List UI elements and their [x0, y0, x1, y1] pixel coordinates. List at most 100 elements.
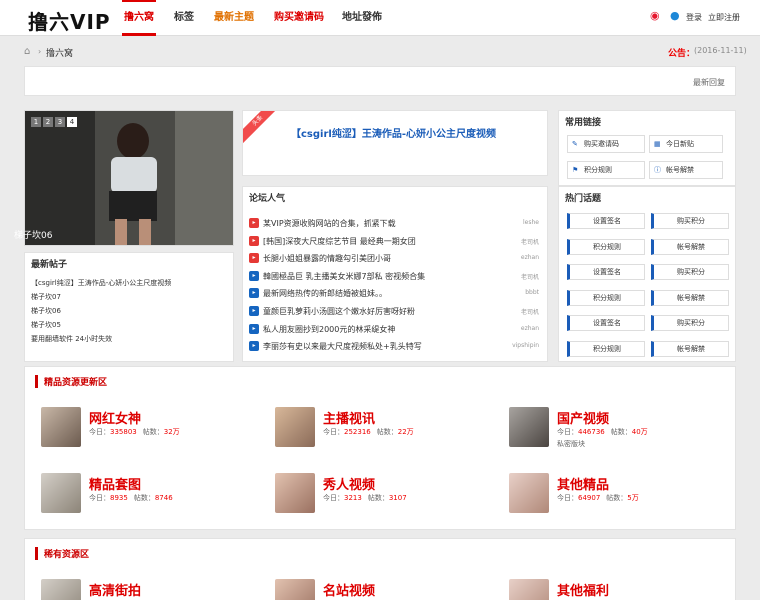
- slideshow[interactable]: 1 2 3 4: [24, 110, 234, 246]
- nav-tags[interactable]: 标签: [174, 0, 194, 36]
- forum-card[interactable]: 主播视讯 今日：252316 帖数：22万: [275, 407, 505, 457]
- forum-name[interactable]: 其他精品: [557, 474, 609, 493]
- hot-forum-title-text[interactable]: [韩国]深夜大尺度综艺节目 最经典一期女团: [263, 236, 416, 247]
- home-icon[interactable]: ⌂: [24, 46, 30, 57]
- slide-dot-2[interactable]: 2: [43, 117, 53, 127]
- featured-title[interactable]: 【csgirl纯涩】王涛作品-心妍小公主尺度视频: [291, 125, 496, 140]
- forum-name[interactable]: 精品套图: [89, 474, 141, 493]
- calendar-icon: ▦: [654, 140, 661, 148]
- hot-topic-button[interactable]: 帐号解禁: [651, 238, 729, 255]
- forum-card[interactable]: 网红女神 今日：335803 帖数：32万: [41, 407, 271, 457]
- hot-forum-title-text[interactable]: 韓國極品巨 乳主播美女米娜7部私 密视频合集: [263, 271, 425, 282]
- forum-card[interactable]: 精品套图 今日：8935 帖数：8746: [41, 473, 271, 523]
- hot-forum-row[interactable]: ▸ 最新网络热传的新郎结婚被姐妹。。 bbbt: [249, 285, 545, 301]
- hot-forum-author[interactable]: ezhan: [521, 325, 539, 332]
- latest-reply-label[interactable]: 最新回复: [693, 77, 725, 88]
- hot-forum-author[interactable]: 老司机: [521, 307, 539, 316]
- hot-topic-button[interactable]: 设置签名: [567, 264, 645, 280]
- forum-card[interactable]: 名站视频: [275, 579, 505, 600]
- slide-dot-4[interactable]: 4: [67, 117, 77, 127]
- hot-forum-row[interactable]: ▸ 某VIP资源收购网站的合集，抓紧下载 leshe: [249, 215, 545, 231]
- forum-thumbnail[interactable]: [41, 473, 81, 513]
- thread-icon: ▸: [249, 306, 259, 316]
- hot-topic-button[interactable]: 购买积分: [651, 264, 729, 280]
- latest-post-item[interactable]: 梯子坎05: [31, 320, 61, 330]
- qq-icon[interactable]: ●: [670, 10, 680, 22]
- forum-card[interactable]: 秀人视频 今日：3213 帖数：3107: [275, 473, 505, 523]
- forum-name[interactable]: 网红女神: [89, 408, 141, 427]
- forum-name[interactable]: 国产视频: [557, 408, 609, 427]
- hot-forum-author[interactable]: bbbt: [525, 289, 539, 296]
- forum-card[interactable]: 其他福利: [509, 579, 739, 600]
- login-link[interactable]: 登录: [686, 12, 702, 23]
- hot-topic-button[interactable]: 设置签名: [567, 315, 645, 331]
- forum-name[interactable]: 高清街拍: [89, 580, 141, 599]
- hot-topic-button[interactable]: 购买积分: [651, 315, 729, 331]
- forum-card[interactable]: 国产视频 今日：446736 帖数：40万 私密版块: [509, 407, 739, 457]
- hot-forum-title-text[interactable]: 童颜巨乳萝莉小汤圆这个嫩水好厉害呀好粉: [263, 306, 415, 317]
- latest-posts-title: 最新帖子: [31, 260, 68, 270]
- forum-thumbnail[interactable]: [509, 473, 549, 513]
- hot-forum-author[interactable]: ezhan: [521, 254, 539, 261]
- hot-forum-author[interactable]: 老司机: [521, 272, 539, 281]
- breadcrumb-current[interactable]: 撸六窝: [46, 46, 73, 59]
- latest-post-item[interactable]: 【csgirl纯涩】王涛作品-心妍小公主尺度视频: [31, 278, 171, 288]
- buy-invite-button[interactable]: ✎ 购买邀请码: [567, 135, 645, 153]
- forum-thumbnail[interactable]: [41, 579, 81, 600]
- nav-buy-invite[interactable]: 购买邀请码: [274, 0, 324, 36]
- latest-post-item[interactable]: 梯子坎07: [31, 292, 61, 302]
- hot-forum-row[interactable]: ▸ 韓國極品巨 乳主播美女米娜7部私 密视频合集 老司机: [249, 268, 545, 284]
- forum-thumbnail[interactable]: [275, 407, 315, 447]
- site-logo[interactable]: 撸六VIP: [28, 6, 111, 35]
- slide-dot-1[interactable]: 1: [31, 117, 41, 127]
- forum-thumbnail[interactable]: [509, 579, 549, 600]
- forum-thumbnail[interactable]: [41, 407, 81, 447]
- hot-topic-button[interactable]: 积分规则: [567, 289, 645, 306]
- slide-dot-3[interactable]: 3: [55, 117, 65, 127]
- hot-forum-title-text[interactable]: 最新网络热传的新郎结婚被姐妹。。: [263, 288, 387, 299]
- hot-forum-row[interactable]: ▸ [韩国]深夜大尺度综艺节目 最经典一期女团 老司机: [249, 233, 545, 249]
- nav-new-topics[interactable]: 最新主题: [214, 0, 254, 36]
- info-icon: ⓘ: [654, 166, 661, 174]
- forum-name[interactable]: 主播视讯: [323, 408, 375, 427]
- hot-forum-title-text[interactable]: 长腿小姐姐暴露的情趣勾引美团小哥: [263, 253, 391, 264]
- register-link[interactable]: 立即注册: [708, 12, 740, 23]
- today-new-button[interactable]: ▦ 今日新贴: [649, 135, 723, 153]
- nav-home[interactable]: 撸六窝: [122, 0, 156, 36]
- hot-forum-title-text[interactable]: 私人朋友圈抄到2000元的林采缇女神: [263, 324, 395, 335]
- weibo-icon[interactable]: ◉: [650, 10, 664, 22]
- latest-post-item[interactable]: 梯子坎06: [31, 306, 61, 316]
- hot-forum-row[interactable]: ▸ 李丽莎有史以来最大尺度视频私处+乳头特写 vipshipin: [249, 338, 545, 354]
- hot-forum-panel: 论坛人气 ▸ 某VIP资源收购网站的合集，抓紧下载 leshe ▸ [韩国]深夜大尺度综…: [242, 186, 548, 362]
- hot-forum-row[interactable]: ▸ 童颜巨乳萝莉小汤圆这个嫩水好厉害呀好粉 老司机: [249, 303, 545, 319]
- latest-post-item[interactable]: 要用翻墙软件 24小时失效: [31, 334, 112, 344]
- forum-name[interactable]: 秀人视频: [323, 474, 375, 493]
- hot-topic-button[interactable]: 购买积分: [651, 213, 729, 229]
- hot-forum-title-text[interactable]: 李丽莎有史以来最大尺度视频私处+乳头特写: [263, 341, 422, 352]
- forum-name[interactable]: 其他福利: [557, 580, 609, 599]
- forum-thumbnail[interactable]: [275, 473, 315, 513]
- forum-thumbnail[interactable]: [509, 407, 549, 447]
- hot-topic-button[interactable]: 积分规则: [567, 238, 645, 255]
- posts-label: 帖数：: [376, 428, 398, 436]
- hot-forum-author[interactable]: vipshipin: [512, 342, 539, 349]
- hot-topic-button[interactable]: 帐号解禁: [651, 289, 729, 306]
- thread-icon: ▸: [249, 323, 259, 334]
- hot-forum-row[interactable]: ▸ 私人朋友圈抄到2000元的林采缇女神 ezhan: [249, 321, 545, 337]
- forum-name[interactable]: 名站视频: [323, 580, 375, 599]
- hot-forum-row[interactable]: ▸ 长腿小姐姐暴露的情趣勾引美团小哥 ezhan: [249, 250, 545, 266]
- forum-stats: 今日：335803 帖数：32万: [89, 427, 180, 437]
- hot-forum-author[interactable]: leshe: [523, 219, 539, 226]
- hot-topic-button[interactable]: 积分规则: [567, 340, 645, 357]
- unban-button[interactable]: ⓘ 帐号解禁: [649, 161, 723, 179]
- slide-caption[interactable]: 梯子坎06: [14, 228, 52, 241]
- forum-card[interactable]: 其他精品 今日：64907 帖数：5万: [509, 473, 739, 523]
- forum-card[interactable]: 高清街拍: [41, 579, 271, 600]
- points-rules-button[interactable]: ⚑ 积分规则: [567, 161, 645, 179]
- nav-address[interactable]: 地址發佈: [342, 0, 382, 36]
- hot-topic-button[interactable]: 设置签名: [567, 213, 645, 229]
- hot-forum-title-text[interactable]: 某VIP资源收购网站的合集，抓紧下载: [263, 218, 396, 229]
- forum-thumbnail[interactable]: [275, 579, 315, 600]
- hot-topic-button[interactable]: 帐号解禁: [651, 340, 729, 357]
- hot-forum-author[interactable]: 老司机: [521, 237, 539, 246]
